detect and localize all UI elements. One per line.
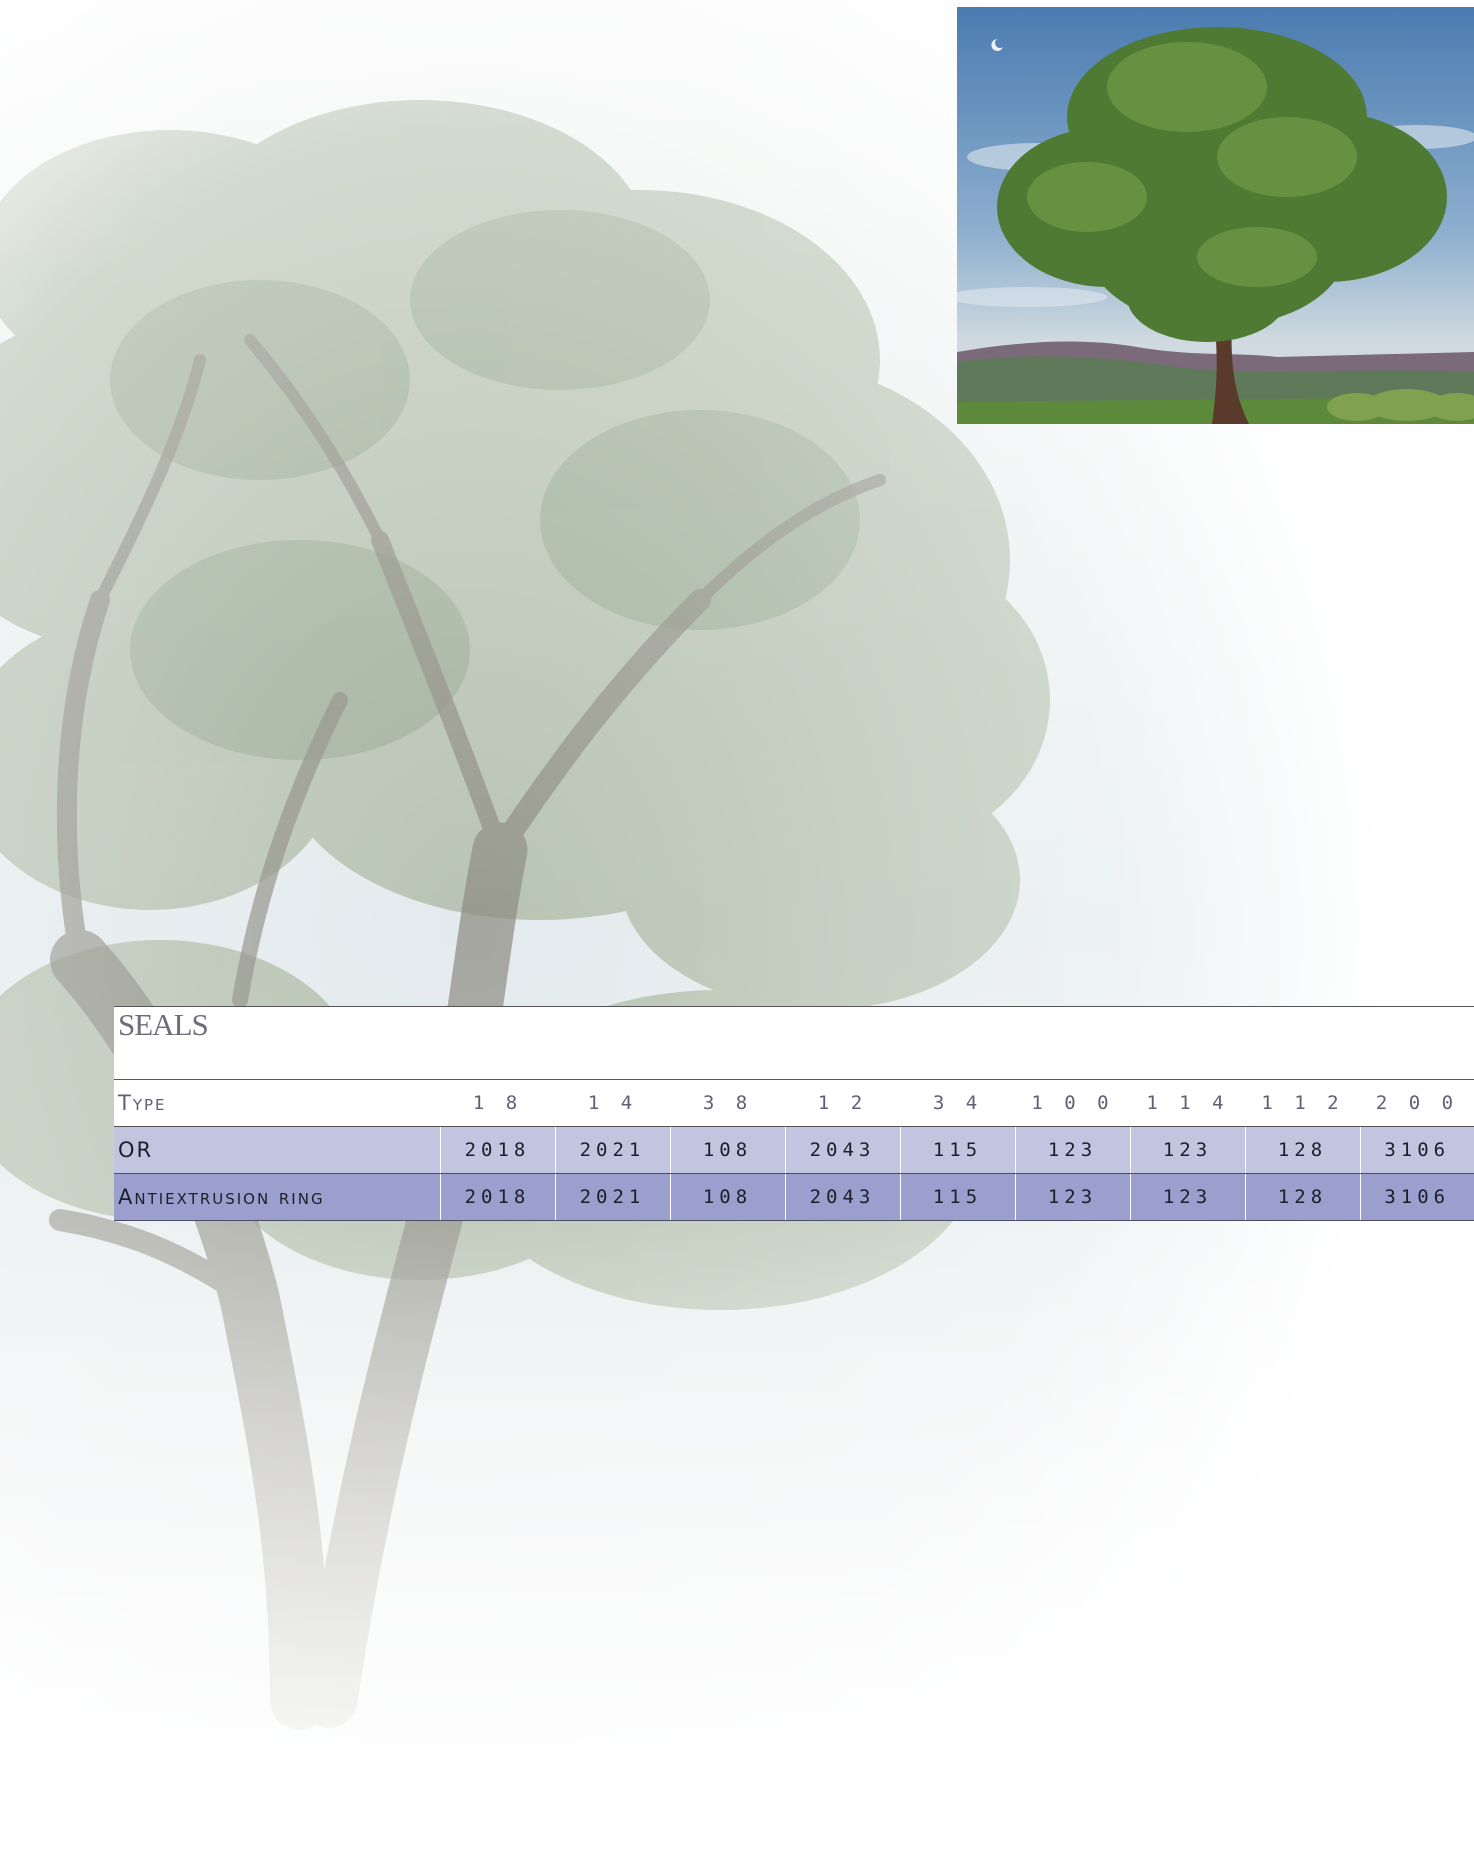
column-header-type: Type — [114, 1079, 440, 1127]
seals-title-row: SEALS — [114, 1006, 1474, 1079]
table-header-row: Type 1 8 1 4 3 8 1 2 3 4 1 0 0 1 1 4 1 1… — [114, 1079, 1474, 1127]
table-row: Antiextrusion ring 2018 2021 108 2043 11… — [114, 1173, 1474, 1221]
seals-title: SEALS — [118, 1007, 209, 1042]
row-label-or: OR — [114, 1126, 440, 1174]
table-cell: 2021 — [554, 1126, 670, 1174]
table-cell: 108 — [669, 1126, 785, 1174]
tree-photo — [957, 7, 1474, 424]
table-cell: 2018 — [439, 1126, 555, 1174]
table-row: OR 2018 2021 108 2043 115 123 123 128 31… — [114, 1126, 1474, 1174]
column-header-size: 1 1 4 — [1130, 1079, 1245, 1127]
table-cell: 128 — [1244, 1126, 1360, 1174]
table-cell: 123 — [1129, 1173, 1245, 1221]
row-label-antiextrusion-ring: Antiextrusion ring — [114, 1173, 440, 1221]
seals-table-section: SEALS Type 1 8 1 4 3 8 1 2 3 4 1 0 0 1 1… — [114, 1006, 1474, 1221]
seals-table: Type 1 8 1 4 3 8 1 2 3 4 1 0 0 1 1 4 1 1… — [114, 1079, 1474, 1221]
column-header-size: 3 4 — [900, 1079, 1015, 1127]
column-header-size: 1 2 — [785, 1079, 900, 1127]
table-cell: 2021 — [554, 1173, 670, 1221]
table-cell: 128 — [1244, 1173, 1360, 1221]
table-cell: 3106 — [1359, 1126, 1474, 1174]
table-cell: 108 — [669, 1173, 785, 1221]
table-cell: 115 — [899, 1173, 1015, 1221]
table-cell: 2018 — [439, 1173, 555, 1221]
table-cell: 115 — [899, 1126, 1015, 1174]
column-header-size: 3 8 — [670, 1079, 785, 1127]
column-header-size: 2 0 0 — [1360, 1079, 1474, 1127]
table-cell: 3106 — [1359, 1173, 1474, 1221]
column-header-size: 1 0 0 — [1015, 1079, 1130, 1127]
table-cell: 123 — [1014, 1126, 1130, 1174]
table-cell: 123 — [1129, 1126, 1245, 1174]
table-cell: 123 — [1014, 1173, 1130, 1221]
column-header-size: 1 1 2 — [1245, 1079, 1360, 1127]
column-header-size: 1 4 — [555, 1079, 670, 1127]
table-cell: 2043 — [784, 1173, 900, 1221]
column-header-size: 1 8 — [440, 1079, 555, 1127]
table-cell: 2043 — [784, 1126, 900, 1174]
